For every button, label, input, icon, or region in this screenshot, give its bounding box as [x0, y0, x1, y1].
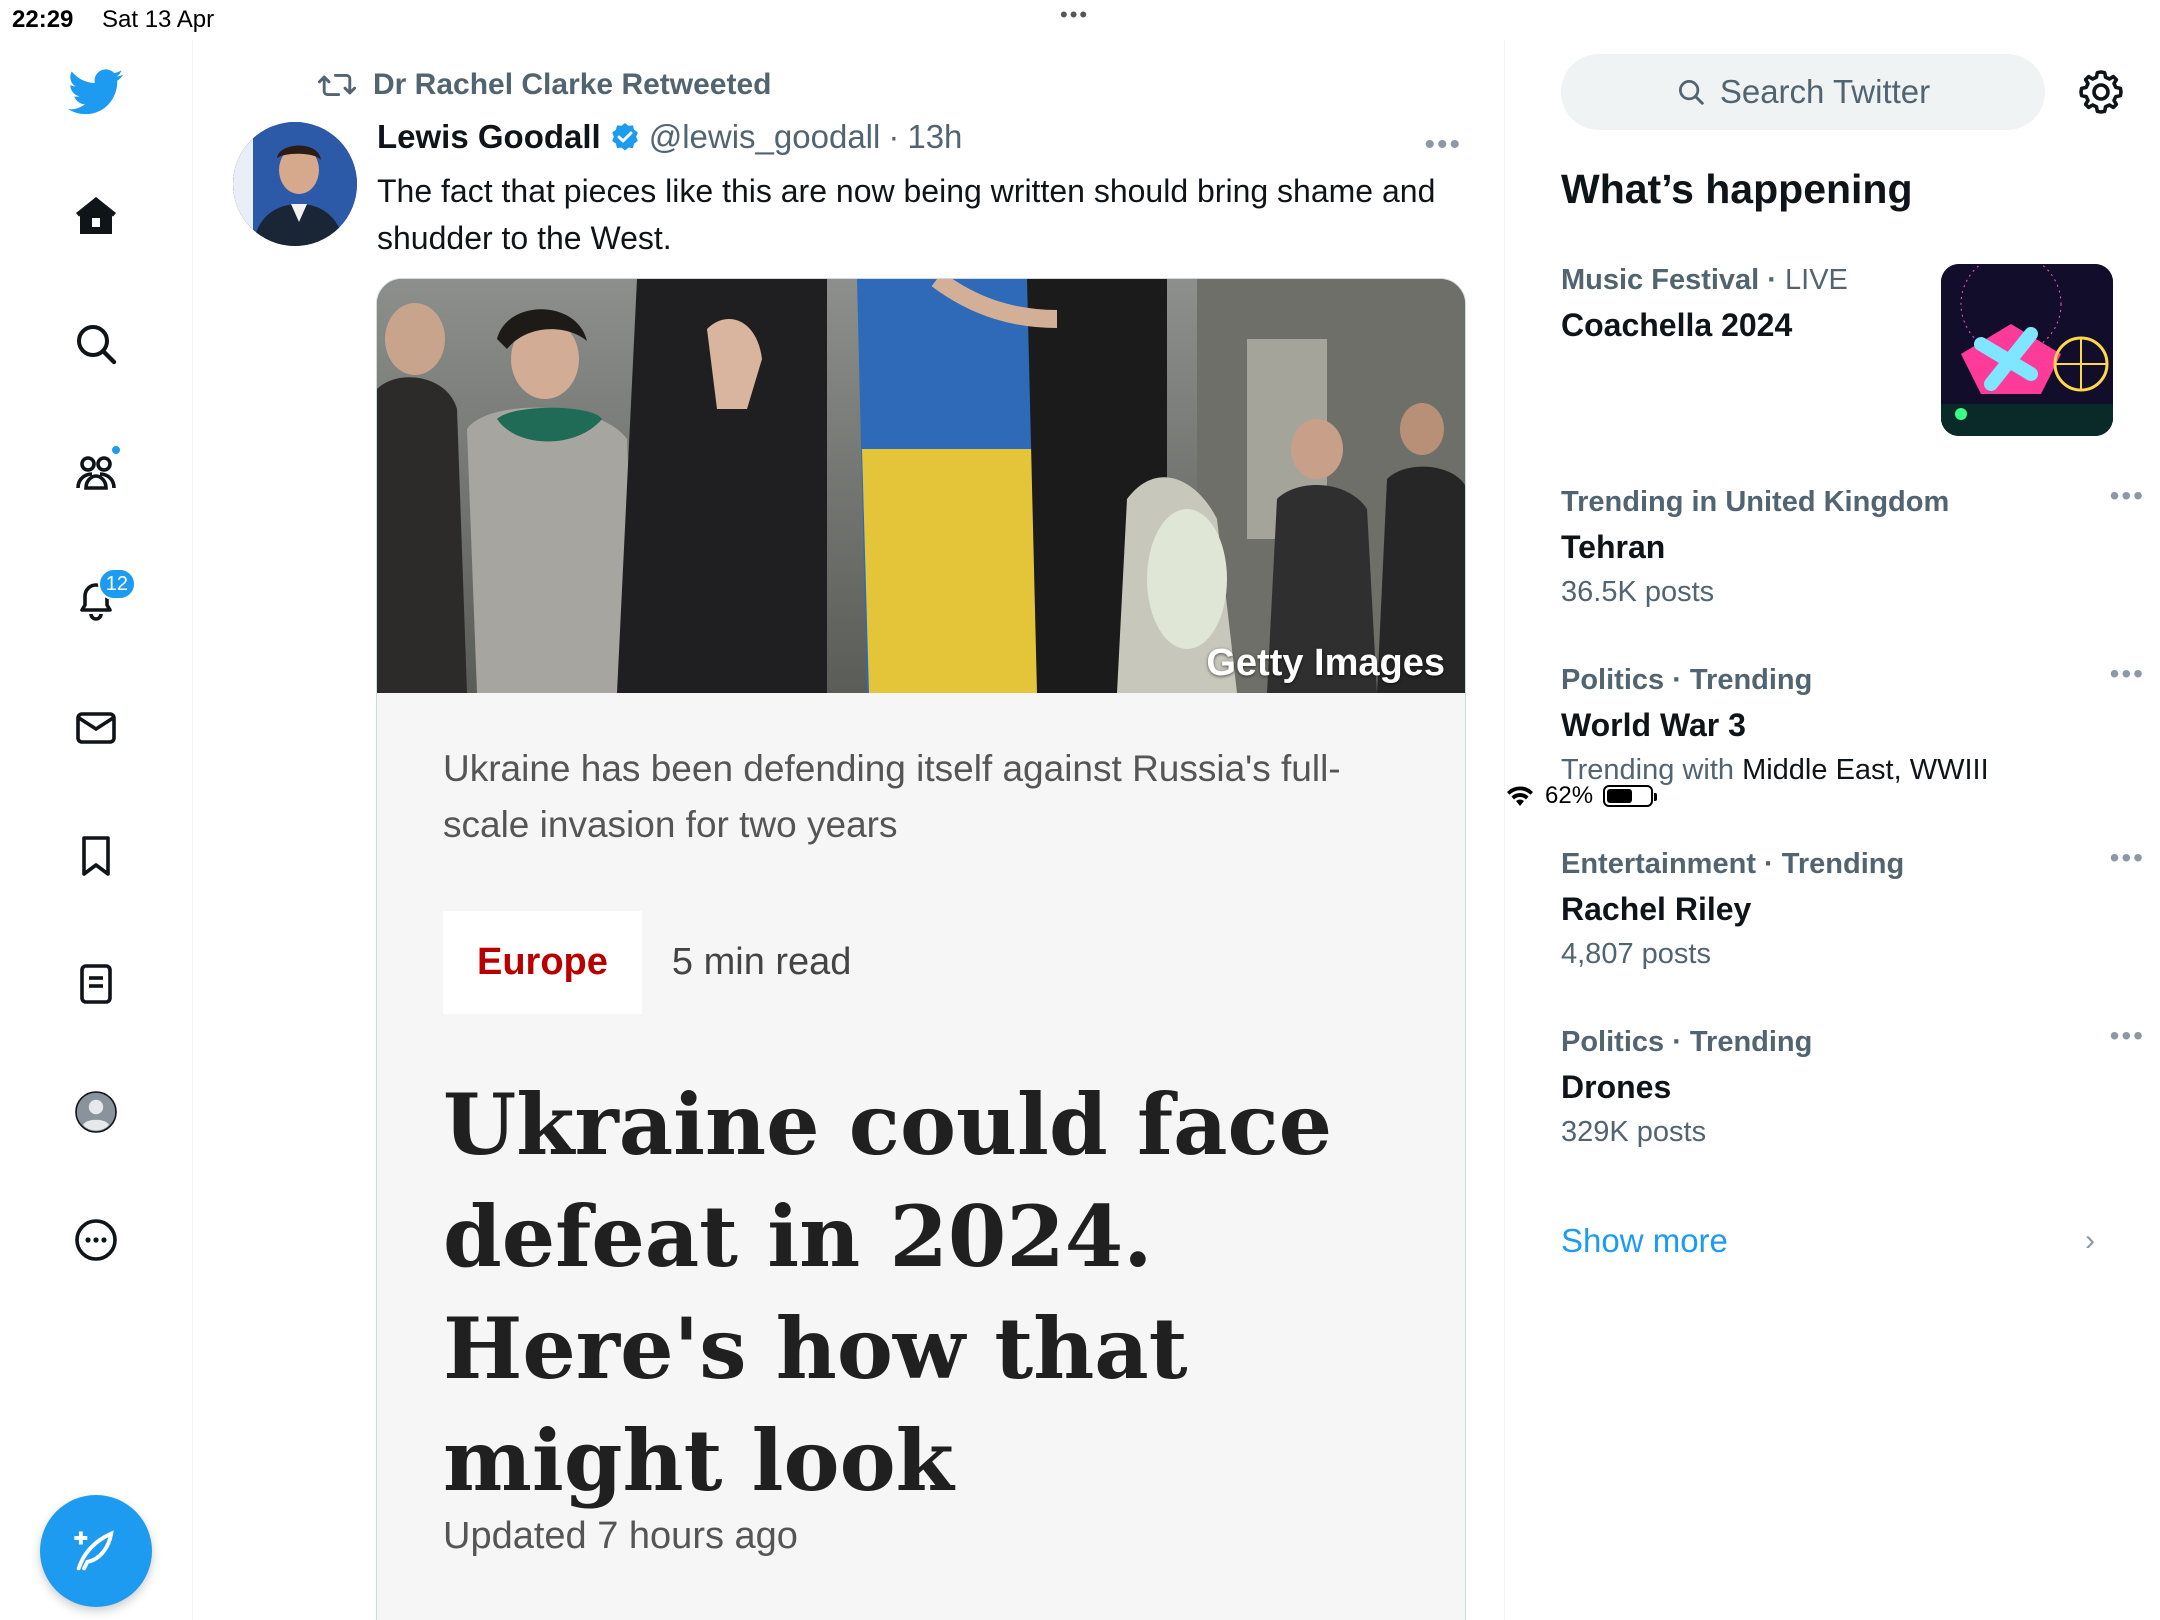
trend-category: Politics · Trending — [1561, 1026, 1813, 1058]
messages-envelope-icon[interactable] — [66, 698, 126, 758]
communities-dot — [110, 444, 122, 456]
twitter-logo-icon[interactable] — [66, 62, 126, 122]
verified-badge-icon — [611, 123, 638, 151]
trend-item[interactable]: Politics · Trending World War 3 Trending… — [1561, 658, 2143, 787]
search-icon[interactable] — [66, 314, 126, 374]
trend-posts: 4,807 posts — [1561, 938, 1711, 970]
trend-category-label: Music Festival — [1561, 264, 1760, 296]
article-updated: Updated 7 hours ago — [443, 1515, 798, 1557]
tweet-timestamp[interactable]: 13h — [907, 118, 962, 156]
trend-category: Entertainment · Trending — [1561, 848, 1905, 880]
trend-title: Tehran — [1561, 529, 1666, 565]
author-handle[interactable]: @lewis_goodall — [649, 118, 881, 156]
settings-gear-icon[interactable] — [2073, 64, 2129, 120]
trend-more-icon[interactable]: ••• — [2110, 480, 2145, 512]
tweet-text: The fact that pieces like this are now b… — [377, 173, 1436, 256]
search-placeholder: Search Twitter — [1719, 73, 1931, 110]
author-name[interactable]: Lewis Goodall — [377, 118, 601, 156]
search-icon — [1678, 80, 1704, 105]
card-image-caption: Ukraine has been defending itself agains… — [443, 748, 1341, 845]
card-image: Getty Images — [377, 279, 1465, 693]
trend-category: Trending in United Kingdom — [1561, 486, 1950, 518]
card-photo — [377, 279, 1465, 693]
trending-with-topics[interactable]: Middle East, WWIII — [1742, 754, 1989, 786]
status-time: 22:29 — [12, 6, 74, 33]
left-nav: 12 — [0, 40, 193, 1620]
right-sidebar: Search Twitter What’s happening Music Fe… — [1505, 40, 2160, 1620]
live-label: LIVE — [1785, 264, 1848, 296]
more-options-icon[interactable] — [66, 1210, 126, 1270]
header-separator: · — [888, 118, 900, 155]
trend-item[interactable]: Politics · Trending Drones 329K posts ••… — [1561, 1020, 2143, 1149]
read-time: 5 min read — [671, 941, 852, 983]
status-bar: 22:29 Sat 13 Apr ••• 62% — [0, 0, 2160, 809]
trend-more-icon[interactable]: ••• — [2110, 842, 2145, 874]
retweeted-by-label: Dr Rachel Clarke Retweeted — [373, 68, 772, 101]
multitasking-dots[interactable]: ••• — [1060, 2, 1089, 28]
card-meta: Europe 5 min read — [443, 911, 851, 1014]
tweet-header: Lewis Goodall @lewis_goodall · 13h — [377, 118, 962, 156]
trend-posts: 329K posts — [1561, 1116, 1707, 1148]
lists-icon[interactable] — [66, 954, 126, 1014]
section-tag[interactable]: Europe — [443, 911, 642, 1014]
trend-title: Drones — [1561, 1069, 1672, 1105]
link-card[interactable]: Getty Images Ukraine has been defending … — [376, 278, 1466, 1620]
compose-feather-icon — [74, 1530, 114, 1571]
communities-icon[interactable] — [66, 442, 126, 502]
trend-more-icon[interactable]: ••• — [2110, 658, 2145, 690]
trend-category: Politics · Trending — [1561, 664, 1813, 696]
profile-avatar-icon[interactable] — [66, 1082, 126, 1142]
whats-happening-heading: What’s happening — [1561, 166, 1913, 212]
timeline: Dr Rachel Clarke Retweeted Lewis Goodall… — [193, 40, 1505, 1620]
show-more-link[interactable]: Show more — [1561, 1222, 1728, 1260]
author-avatar[interactable] — [233, 122, 357, 246]
compose-tweet-button[interactable] — [40, 1495, 152, 1607]
notifications-badge: 12 — [97, 568, 136, 600]
home-icon[interactable] — [66, 186, 126, 246]
trend-more-icon[interactable]: ••• — [2110, 1020, 2145, 1052]
trend-title: World War 3 — [1561, 707, 1746, 743]
trend-related: Trending with Middle East, WWIII — [1561, 754, 2121, 787]
trending-with-label: Trending with — [1561, 754, 1735, 786]
chevron-right-icon: › — [2085, 1224, 2095, 1257]
trend-title: Rachel Riley — [1561, 891, 1752, 927]
trend-item[interactable]: Trending in United Kingdom Tehran 36.5K … — [1561, 480, 2143, 609]
trend-item[interactable]: Entertainment · Trending Rachel Riley 4,… — [1561, 842, 2143, 971]
tweet-more-icon[interactable]: ••• — [1424, 128, 1462, 162]
trend-thumbnail — [1941, 264, 2113, 436]
bookmark-icon[interactable] — [66, 826, 126, 886]
search-input[interactable]: Search Twitter — [1561, 54, 2045, 130]
trend-posts: 36.5K posts — [1561, 576, 1715, 608]
article-headline[interactable]: Ukraine could face defeat in 2024. Here'… — [443, 1069, 1423, 1517]
status-date: Sat 13 Apr — [102, 6, 215, 33]
notifications-bell-icon[interactable]: 12 — [66, 568, 136, 630]
retweet-icon — [317, 73, 357, 97]
image-credit: Getty Images — [1206, 642, 1445, 684]
retweet-context[interactable]: Dr Rachel Clarke Retweeted — [317, 68, 772, 102]
